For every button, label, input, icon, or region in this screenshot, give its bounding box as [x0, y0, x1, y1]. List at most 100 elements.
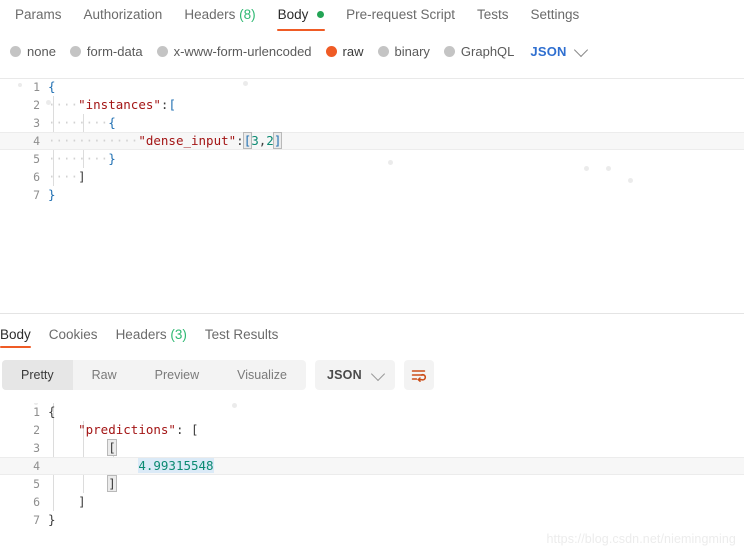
- tab-settings-label: Settings: [530, 7, 580, 22]
- radio-icon: [377, 45, 389, 57]
- code-line-highlighted: 4 4.99315548: [0, 457, 744, 475]
- body-type-binary-label: binary: [394, 43, 430, 59]
- line-number: 1: [33, 80, 40, 94]
- line-content: {: [48, 79, 56, 94]
- chevron-down-icon: [370, 366, 385, 381]
- response-tab-cookies[interactable]: Cookies: [49, 323, 107, 342]
- body-type-none[interactable]: none: [10, 44, 56, 59]
- radio-icon: [10, 45, 21, 57]
- line-content: }: [48, 512, 56, 527]
- body-type-urlencoded[interactable]: x-www-form-urlencoded: [156, 43, 312, 59]
- line-content: ········}: [48, 151, 116, 166]
- line-number: 5: [33, 477, 40, 491]
- request-body-editor[interactable]: 1 { 2 ····"instances":[ 3 ········{ 4 ··…: [0, 78, 744, 306]
- tab-params[interactable]: Params: [4, 0, 73, 26]
- tab-headers[interactable]: Headers (8): [173, 0, 266, 26]
- body-type-binary[interactable]: binary: [377, 43, 430, 59]
- response-tab-test-results-label: Test Results: [204, 327, 279, 342]
- code-line-highlighted: 4 ············"dense_input":[3,2]: [0, 132, 744, 150]
- body-type-urlencoded-label: x-www-form-urlencoded: [173, 43, 312, 59]
- line-content: ····]: [48, 169, 86, 184]
- view-mode-raw[interactable]: Raw: [73, 360, 136, 390]
- line-content: 4.99315548: [48, 457, 214, 475]
- body-type-form-data[interactable]: form-data: [69, 43, 143, 59]
- green-dot-icon: [317, 11, 325, 18]
- wrap-lines-button[interactable]: [403, 360, 434, 390]
- body-type-none-label: none: [27, 43, 56, 59]
- code-line: 1 {: [0, 78, 744, 96]
- tab-params-label: Params: [15, 7, 62, 22]
- code-line: 5 ········}: [0, 150, 744, 168]
- response-view-toolbar: Pretty Raw Preview Visualize JSON: [2, 360, 434, 390]
- line-content: [: [107, 439, 117, 456]
- view-mode-preview-label: Preview: [154, 368, 200, 382]
- tab-pre-request-script[interactable]: Pre-request Script: [335, 0, 466, 26]
- code-line: 7 }: [0, 511, 744, 529]
- line-number: 2: [33, 423, 40, 437]
- request-format-select[interactable]: JSON: [530, 42, 588, 59]
- radio-selected-icon: [325, 45, 337, 57]
- response-format-select[interactable]: JSON: [314, 360, 395, 390]
- code-line: 3 [: [0, 439, 744, 457]
- radio-icon: [156, 45, 168, 57]
- view-mode-visualize[interactable]: Visualize: [218, 360, 306, 390]
- code-line: 2 "predictions": [: [0, 421, 744, 439]
- response-tab-bar: Body Cookies Headers (3) Test Results: [0, 323, 744, 351]
- tab-settings[interactable]: Settings: [519, 0, 590, 26]
- tab-authorization-label: Authorization: [83, 7, 163, 22]
- request-format-value: JSON: [530, 43, 567, 59]
- code-line: 2 ····"instances":[: [0, 96, 744, 114]
- line-content: ]: [107, 475, 117, 492]
- tab-pre-request-script-label: Pre-request Script: [346, 7, 455, 22]
- tab-authorization[interactable]: Authorization: [73, 0, 174, 26]
- code-line: 1 {: [0, 403, 744, 421]
- view-mode-raw-label: Raw: [91, 368, 117, 382]
- code-line: 6 ]: [0, 493, 744, 511]
- response-body-viewer[interactable]: 1 { 2 "predictions": [ 3 [ 4 4.99315548 …: [0, 403, 744, 533]
- radio-icon: [443, 45, 455, 57]
- line-number: 4: [33, 134, 40, 148]
- line-number: 4: [33, 459, 40, 473]
- line-content: ········{: [48, 115, 116, 130]
- body-type-bar: none form-data x-www-form-urlencoded raw…: [0, 38, 744, 64]
- body-type-graphql[interactable]: GraphQL: [443, 44, 514, 59]
- pane-divider[interactable]: [0, 313, 744, 314]
- response-format-value: JSON: [326, 368, 362, 382]
- response-tab-body-label: Body: [0, 327, 31, 342]
- active-tab-underline: [0, 345, 31, 348]
- line-number: 6: [33, 495, 40, 509]
- response-tab-body[interactable]: Body: [0, 323, 40, 348]
- body-type-raw[interactable]: raw: [325, 44, 364, 59]
- line-content: }: [48, 187, 56, 202]
- line-number: 3: [33, 441, 40, 455]
- line-content: ]: [78, 494, 86, 509]
- line-number: 3: [33, 116, 40, 130]
- request-tab-bar: Params Authorization Headers (8) Body Pr…: [0, 0, 744, 33]
- code-line: 6 ····]: [0, 168, 744, 186]
- view-mode-preview[interactable]: Preview: [136, 360, 218, 390]
- line-number: 2: [33, 98, 40, 112]
- tab-body-label: Body: [277, 7, 309, 22]
- line-content: {: [48, 404, 56, 419]
- line-number: 1: [33, 405, 40, 419]
- wrap-lines-icon: [412, 369, 427, 382]
- response-tab-cookies-label: Cookies: [48, 327, 98, 342]
- tab-headers-count: (8): [239, 7, 256, 22]
- tab-body[interactable]: Body: [267, 0, 336, 31]
- response-tab-headers-count: (3): [170, 327, 187, 342]
- response-tab-headers-label: Headers: [115, 327, 167, 342]
- response-tab-test-results[interactable]: Test Results: [205, 323, 288, 342]
- line-content: ····"instances":[: [48, 97, 176, 112]
- response-tab-headers[interactable]: Headers (3): [116, 323, 196, 342]
- body-type-form-data-label: form-data: [86, 43, 143, 59]
- view-mode-pretty[interactable]: Pretty: [2, 360, 73, 390]
- line-content: "predictions": [: [78, 422, 199, 437]
- line-number: 5: [33, 152, 40, 166]
- view-mode-pretty-label: Pretty: [21, 368, 54, 382]
- line-number: 7: [33, 513, 40, 527]
- code-line: 3 ········{: [0, 114, 744, 132]
- tab-tests-label: Tests: [476, 7, 509, 22]
- watermark-text: https://blog.csdn.net/niemingming: [546, 532, 736, 546]
- radio-icon: [69, 45, 81, 57]
- tab-tests[interactable]: Tests: [466, 0, 520, 26]
